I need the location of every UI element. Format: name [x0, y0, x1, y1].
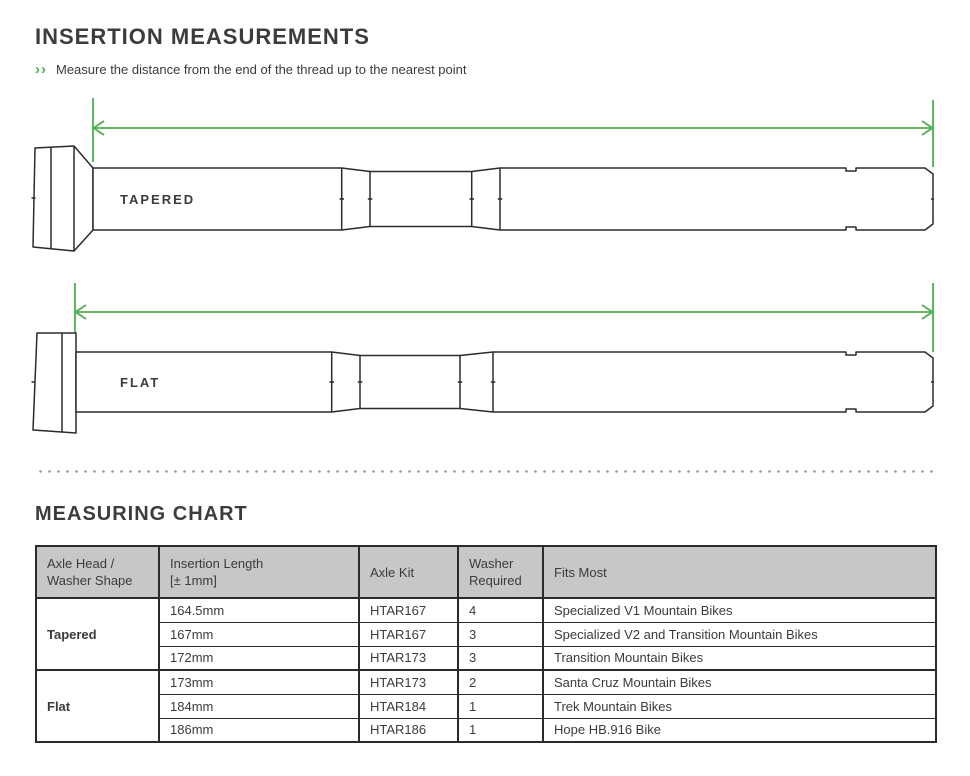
cell-fits-most: Transition Mountain Bikes: [543, 646, 936, 670]
tapered-head: [33, 146, 93, 251]
group-label-flat: Flat: [36, 670, 159, 742]
flat-label: FLAT: [120, 375, 160, 390]
table-row: 172mm HTAR173 3 Transition Mountain Bike…: [36, 646, 936, 670]
page-title: INSERTION MEASUREMENTS: [35, 24, 370, 50]
cell-washers-required: 4: [458, 598, 543, 622]
col-header-insertion-length: Insertion Length [± 1mm]: [159, 546, 359, 598]
table-row: Tapered 164.5mm HTAR167 4 Specialized V1…: [36, 598, 936, 622]
cell-axle-kit: HTAR184: [359, 694, 458, 718]
dotted-divider: [36, 469, 934, 474]
cell-insertion-length: 184mm: [159, 694, 359, 718]
cell-insertion-length: 167mm: [159, 622, 359, 646]
cell-washers-required: 3: [458, 622, 543, 646]
measurement-arrow-flat: [75, 283, 933, 352]
cell-washers-required: 3: [458, 646, 543, 670]
chevron-right-icon: ››: [35, 62, 47, 77]
col-header-fits-most: Fits Most: [543, 546, 936, 598]
measure-note-text: Measure the distance from the end of the…: [56, 62, 466, 77]
tapered-label: TAPERED: [120, 192, 195, 207]
tapered-axle-drawing: TAPERED: [32, 146, 935, 251]
cell-washers-required: 1: [458, 718, 543, 742]
cell-fits-most: Trek Mountain Bikes: [543, 694, 936, 718]
table-header-row: Axle Head / Washer Shape Insertion Lengt…: [36, 546, 936, 598]
cell-insertion-length: 186mm: [159, 718, 359, 742]
cell-insertion-length: 172mm: [159, 646, 359, 670]
tapered-shaft: [93, 168, 933, 230]
manual-page: INSERTION MEASUREMENTS ›› Measure the di…: [0, 0, 970, 776]
cell-fits-most: Specialized V1 Mountain Bikes: [543, 598, 936, 622]
measuring-chart-title: MEASURING CHART: [35, 503, 248, 526]
cell-washers-required: 1: [458, 694, 543, 718]
axle-diagram: TAPERED FLAT: [0, 90, 970, 455]
group-label-tapered: Tapered: [36, 598, 159, 670]
measuring-chart-table: Axle Head / Washer Shape Insertion Lengt…: [35, 545, 937, 743]
cell-fits-most: Santa Cruz Mountain Bikes: [543, 670, 936, 694]
cell-fits-most: Specialized V2 and Transition Mountain B…: [543, 622, 936, 646]
cell-axle-kit: HTAR173: [359, 646, 458, 670]
cell-washers-required: 2: [458, 670, 543, 694]
flat-shaft: [76, 352, 933, 412]
table-row: Flat 173mm HTAR173 2 Santa Cruz Mountain…: [36, 670, 936, 694]
cell-fits-most: Hope HB.916 Bike: [543, 718, 936, 742]
flat-axle-drawing: FLAT: [32, 333, 935, 433]
col-header-axle-head: Axle Head / Washer Shape: [36, 546, 159, 598]
cell-insertion-length: 173mm: [159, 670, 359, 694]
cell-axle-kit: HTAR173: [359, 670, 458, 694]
table-row: 167mm HTAR167 3 Specialized V2 and Trans…: [36, 622, 936, 646]
table-row: 186mm HTAR186 1 Hope HB.916 Bike: [36, 718, 936, 742]
cell-axle-kit: HTAR167: [359, 598, 458, 622]
col-header-axle-kit: Axle Kit: [359, 546, 458, 598]
cell-axle-kit: HTAR167: [359, 622, 458, 646]
flat-head: [33, 333, 76, 433]
measure-note: ›› Measure the distance from the end of …: [35, 62, 466, 77]
cell-axle-kit: HTAR186: [359, 718, 458, 742]
cell-insertion-length: 164.5mm: [159, 598, 359, 622]
col-header-washer-required: Washer Required: [458, 546, 543, 598]
table-row: 184mm HTAR184 1 Trek Mountain Bikes: [36, 694, 936, 718]
measurement-arrow-tapered: [93, 98, 933, 167]
